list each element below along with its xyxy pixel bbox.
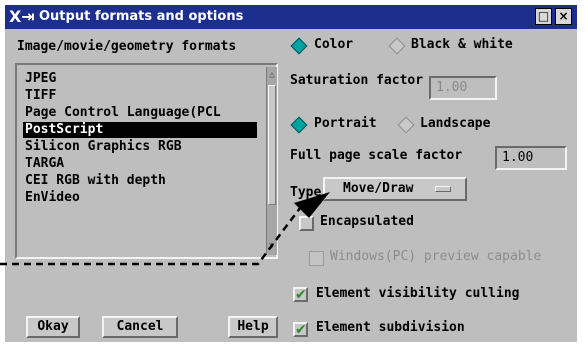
callout-arrow	[0, 192, 330, 266]
